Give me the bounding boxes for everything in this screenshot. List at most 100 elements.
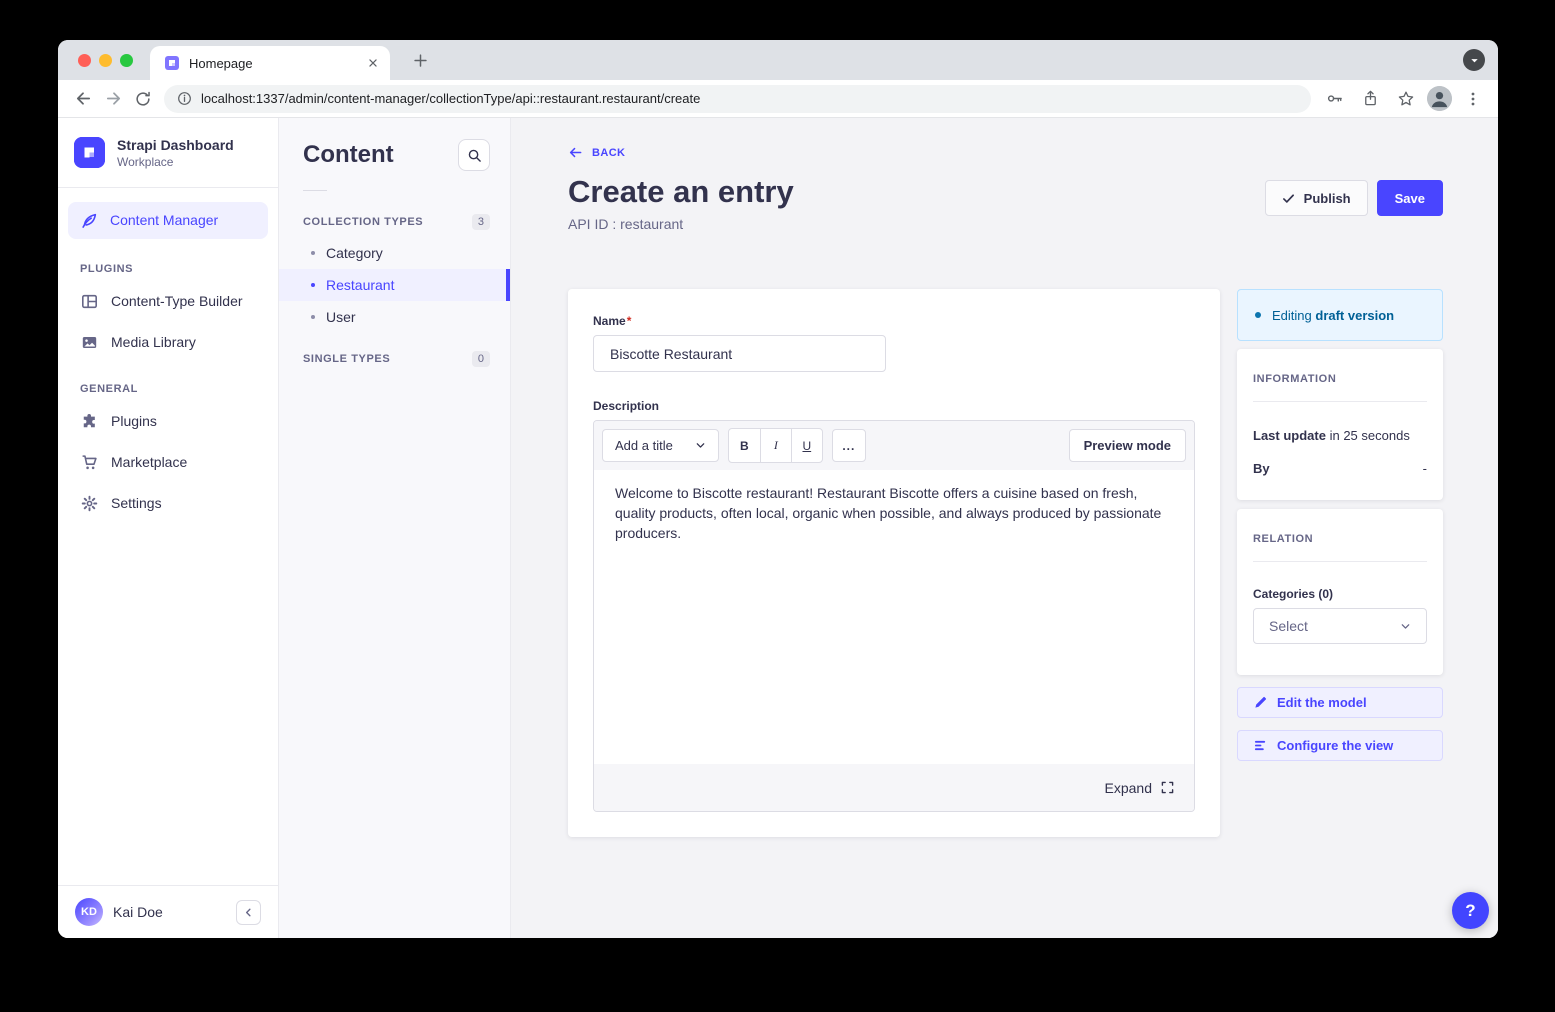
sidebar-item-label: Media Library	[111, 334, 196, 350]
minimize-window-button[interactable]	[99, 54, 112, 67]
subnav-item-restaurant[interactable]: Restaurant	[279, 269, 510, 301]
back-link[interactable]: BACK	[568, 145, 625, 160]
puzzle-icon	[80, 413, 98, 430]
single-types-count: 0	[472, 351, 490, 367]
information-panel: INFORMATION Last update in 25 seconds By…	[1237, 349, 1443, 500]
collection-types-header: COLLECTION TYPES	[303, 216, 423, 228]
browser-tab[interactable]: Homepage	[150, 46, 390, 80]
help-button[interactable]: ?	[1452, 892, 1489, 929]
sidebar-item-content-type-builder[interactable]: Content-Type Builder	[58, 281, 278, 322]
cart-icon	[80, 454, 98, 471]
chevron-down-icon	[695, 440, 706, 451]
panel-divider	[1253, 401, 1427, 402]
sidebar-item-plugins[interactable]: Plugins	[58, 401, 278, 442]
strapi-app: Strapi Dashboard Workplace Content Manag…	[58, 118, 1498, 938]
kebab-menu-icon[interactable]	[1458, 84, 1488, 114]
italic-button[interactable]: I	[760, 429, 791, 462]
relation-panel: RELATION Categories (0) Select	[1237, 509, 1443, 675]
api-id-subtitle: API ID : restaurant	[568, 216, 794, 232]
subnav-item-category[interactable]: Category	[279, 237, 510, 269]
back-nav-icon[interactable]	[68, 84, 98, 114]
maximize-window-button[interactable]	[120, 54, 133, 67]
type-label: User	[326, 309, 356, 325]
title-style-value: Add a title	[615, 438, 673, 453]
format-button-group: B I U	[728, 428, 823, 463]
feather-pen-icon	[81, 212, 98, 229]
publish-label: Publish	[1304, 191, 1351, 206]
name-input[interactable]	[593, 335, 886, 372]
workspace-subtitle: Workplace	[117, 155, 234, 169]
browser-window: Homepage localhost:1337/admin/content-ma…	[58, 40, 1498, 938]
bullet-icon	[311, 283, 315, 287]
window-controls	[78, 54, 133, 67]
by-value: -	[1423, 461, 1427, 476]
draft-status-text: Editing draft version	[1272, 308, 1394, 323]
url-text: localhost:1337/admin/content-manager/col…	[201, 91, 700, 106]
description-textarea[interactable]: Welcome to Biscotte restaurant! Restaura…	[594, 470, 1194, 764]
workspace-brand[interactable]: Strapi Dashboard Workplace	[58, 118, 278, 188]
tab-strip: Homepage	[58, 40, 1498, 80]
sidebar-item-media-library[interactable]: Media Library	[58, 322, 278, 363]
bold-button[interactable]: B	[729, 429, 760, 462]
pencil-icon	[1254, 696, 1267, 709]
panel-divider	[1253, 561, 1427, 562]
entry-aside: Editing draft version INFORMATION Last u…	[1237, 289, 1443, 761]
new-tab-button[interactable]	[406, 46, 434, 74]
browser-profile-chevron[interactable]	[1463, 49, 1485, 71]
collection-types-count: 3	[472, 214, 490, 230]
password-key-icon[interactable]	[1319, 84, 1349, 114]
content-subnav: Content COLLECTION TYPES 3 Category Rest…	[279, 118, 511, 938]
edit-model-button[interactable]: Edit the model	[1237, 687, 1443, 718]
expand-icon	[1161, 781, 1174, 794]
name-field-label: Name*	[593, 314, 1195, 328]
description-editor: Add a title B I U ... Preview mode	[593, 420, 1195, 812]
save-button[interactable]: Save	[1377, 180, 1443, 216]
reload-icon[interactable]	[128, 84, 158, 114]
chevron-down-icon	[1400, 621, 1411, 632]
search-button[interactable]	[458, 139, 490, 171]
description-field-label: Description	[593, 399, 1195, 413]
browser-toolbar: localhost:1337/admin/content-manager/col…	[58, 80, 1498, 118]
categories-select[interactable]: Select	[1253, 608, 1427, 644]
close-tab-icon[interactable]	[366, 56, 380, 70]
browser-avatar[interactable]	[1427, 86, 1452, 111]
main-sidebar: Strapi Dashboard Workplace Content Manag…	[58, 118, 279, 938]
sidebar-item-label: Content Manager	[110, 212, 218, 228]
editor-toolbar: Add a title B I U ... Preview mode	[594, 421, 1194, 470]
share-icon[interactable]	[1355, 84, 1385, 114]
tab-title: Homepage	[189, 56, 357, 71]
sidebar-item-marketplace[interactable]: Marketplace	[58, 442, 278, 483]
expand-editor-button[interactable]: Expand	[594, 764, 1194, 811]
underline-button[interactable]: U	[791, 429, 822, 462]
bullet-icon	[311, 315, 315, 319]
sidebar-item-content-manager[interactable]: Content Manager	[68, 202, 268, 239]
user-name: Kai Doe	[113, 904, 226, 920]
publish-button[interactable]: Publish	[1265, 180, 1368, 216]
information-header: INFORMATION	[1253, 373, 1427, 385]
sidebar-item-label: Plugins	[111, 413, 157, 429]
sidebar-item-label: Settings	[111, 495, 162, 511]
expand-label: Expand	[1105, 780, 1152, 796]
close-window-button[interactable]	[78, 54, 91, 67]
entry-form-card: Name* Description Add a title B I	[568, 289, 1220, 837]
select-placeholder: Select	[1269, 618, 1308, 634]
title-style-select[interactable]: Add a title	[602, 429, 719, 462]
sidebar-footer: KD Kai Doe	[58, 885, 278, 938]
desktop: { "browser": { "tab_title": "Homepage", …	[0, 0, 1555, 1012]
mixer-lines-icon	[1254, 739, 1267, 752]
bookmark-star-icon[interactable]	[1391, 84, 1421, 114]
bullet-icon	[311, 251, 315, 255]
categories-label: Categories (0)	[1253, 587, 1427, 601]
site-info-icon[interactable]	[177, 91, 192, 106]
url-bar[interactable]: localhost:1337/admin/content-manager/col…	[164, 85, 1311, 113]
collapse-sidebar-button[interactable]	[236, 900, 261, 925]
strapi-logo	[74, 137, 105, 168]
preview-mode-button[interactable]: Preview mode	[1069, 429, 1186, 462]
forward-nav-icon[interactable]	[98, 84, 128, 114]
required-asterisk: *	[627, 314, 632, 328]
more-formats-button[interactable]: ...	[832, 429, 866, 462]
page-title: Create an entry	[568, 175, 794, 209]
configure-view-button[interactable]: Configure the view	[1237, 730, 1443, 761]
subnav-item-user[interactable]: User	[279, 301, 510, 333]
sidebar-item-settings[interactable]: Settings	[58, 483, 278, 524]
